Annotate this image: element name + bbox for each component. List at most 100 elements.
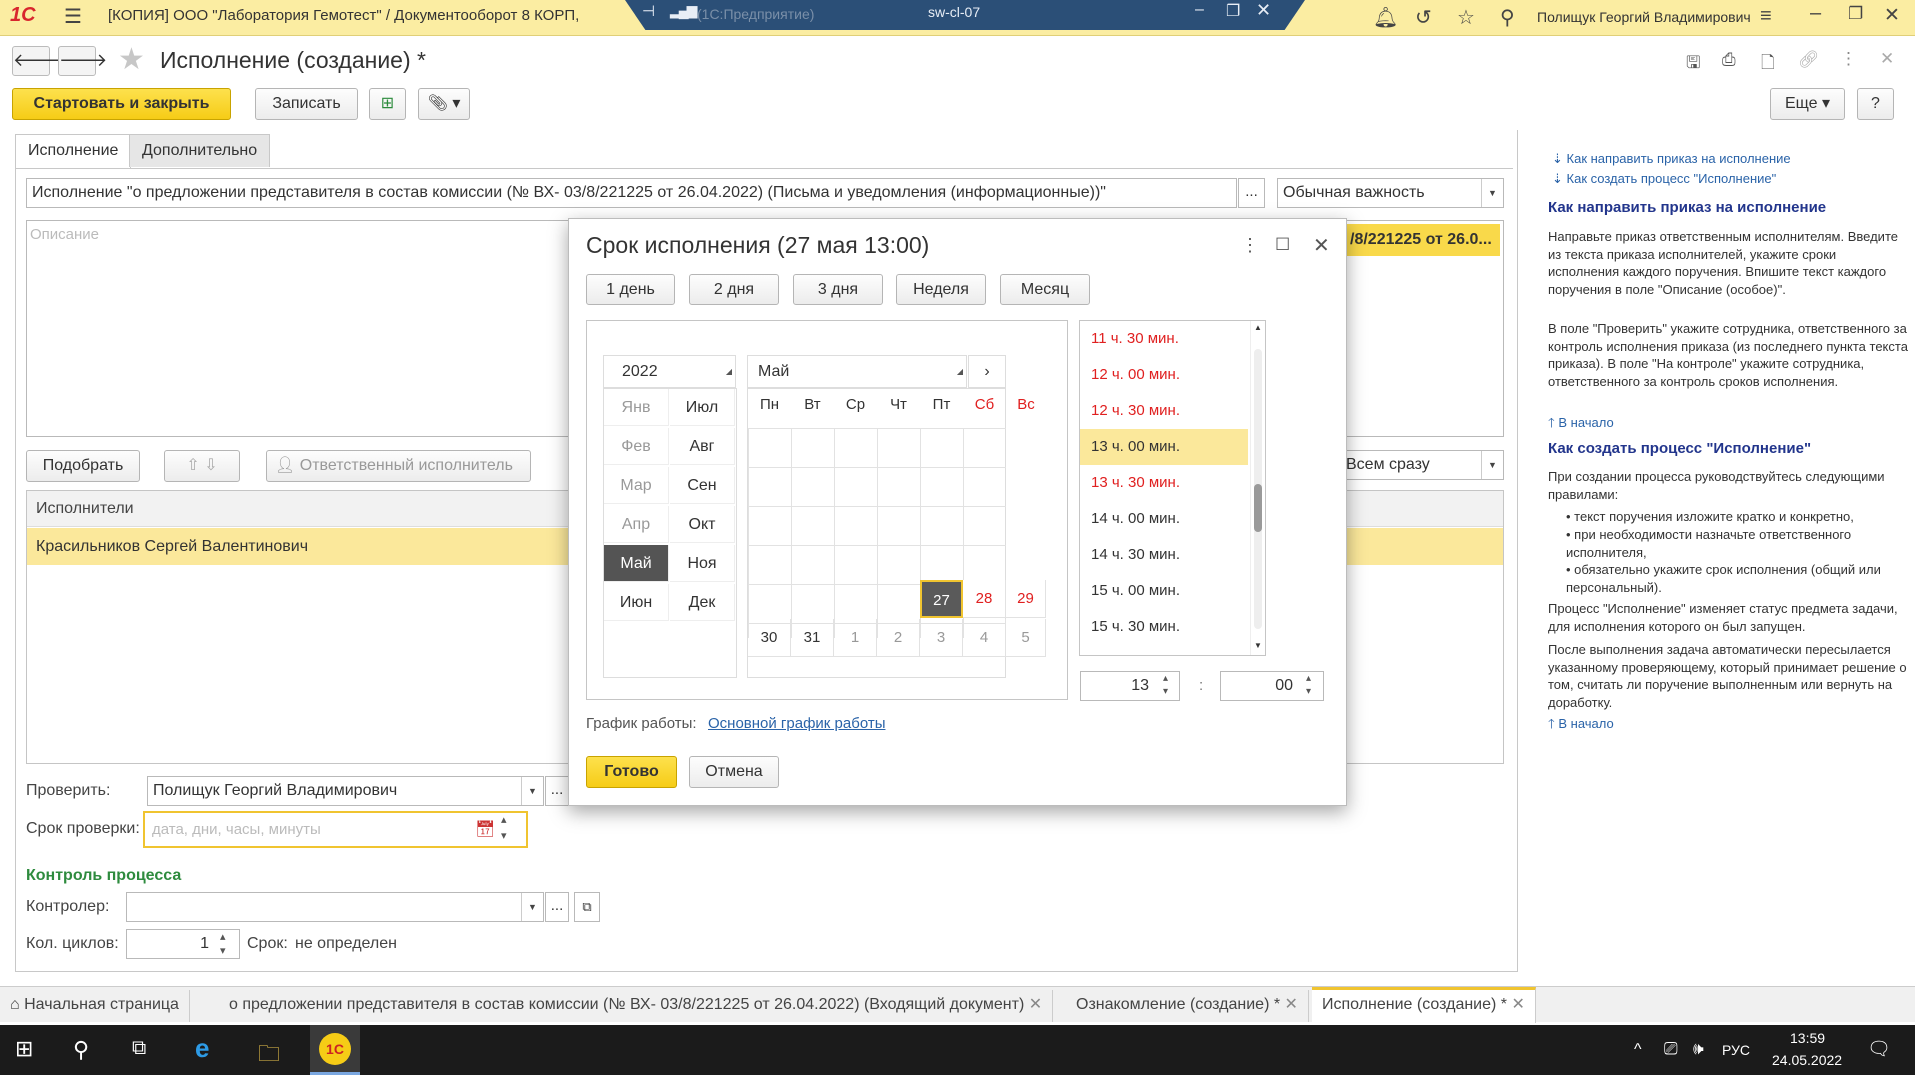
more-vertical-icon[interactable]: ⋮ [1840, 49, 1857, 69]
dialog-close-icon[interactable]: ✕ [1313, 233, 1330, 258]
ok-button[interactable]: Готово [586, 756, 677, 788]
windows-start-icon[interactable]: ⊞ [15, 1036, 33, 1062]
day-next-5[interactable]: 5 [1006, 619, 1046, 657]
month-jan[interactable]: Янв [604, 389, 669, 426]
clock-time[interactable]: 13:59 [1790, 1030, 1825, 1046]
ie-icon[interactable]: e [195, 1033, 209, 1064]
open-icon[interactable]: ⧉ [574, 892, 600, 922]
tab-home[interactable]: ⌂ Начальная страница [0, 990, 190, 1022]
month-aug[interactable]: Авг [670, 428, 735, 465]
month-select[interactable]: Май ◢ [747, 355, 967, 388]
tab-close-icon[interactable]: ✕ [1511, 996, 1524, 1013]
day-28[interactable]: 28 [963, 580, 1006, 618]
time-scrollbar[interactable]: ▲ ▼ [1250, 321, 1265, 655]
start-and-close-button[interactable]: Стартовать и закрыть [12, 88, 231, 120]
day-27[interactable]: 27 [920, 580, 963, 618]
rdp-restore-icon[interactable]: ❐ [1226, 1, 1240, 21]
tray-expand-icon[interactable]: ^ [1634, 1041, 1642, 1059]
tab-acquaintance[interactable]: Ознакомление (создание) * ✕ [1066, 990, 1309, 1022]
back-button[interactable]: 🡐 [12, 46, 61, 76]
search-icon[interactable]: ⚲ [1500, 5, 1515, 30]
day-next-2[interactable]: 2 [877, 619, 920, 657]
rdp-close-icon[interactable]: ✕ [1256, 0, 1271, 21]
tab-incoming-document[interactable]: о предложении представителя в состав ком… [219, 990, 1054, 1022]
dialog-maximize-icon[interactable]: ☐ [1275, 235, 1290, 255]
time-option-selected[interactable]: 13 ч. 00 мин. [1080, 429, 1248, 465]
day-29[interactable]: 29 [1006, 580, 1046, 618]
help-to-top-1[interactable]: 🡑 В начало [1548, 414, 1614, 436]
day-next-4[interactable]: 4 [963, 619, 1006, 657]
month-jul[interactable]: Июл [670, 389, 735, 426]
day-next-3[interactable]: 3 [920, 619, 963, 657]
scroll-thumb[interactable] [1254, 484, 1262, 532]
minimize-icon[interactable]: – [1810, 2, 1821, 25]
month-sep[interactable]: Сен [670, 467, 735, 504]
favorites-icon[interactable]: ☆ [1457, 5, 1475, 30]
save-doc-icon[interactable]: 🖫 [1686, 50, 1700, 79]
controller-more[interactable]: ... [545, 892, 569, 922]
close-icon[interactable]: ✕ [1884, 4, 1900, 27]
time-option[interactable]: 15 ч. 30 мин. [1080, 609, 1248, 645]
scroll-down-icon[interactable]: ▼ [1254, 641, 1262, 650]
arrow-down-icon[interactable]: ⇩ [204, 457, 217, 474]
tab-execution[interactable]: Исполнение [15, 134, 132, 169]
preset-week[interactable]: Неделя [896, 274, 986, 305]
time-option[interactable]: 13 ч. 30 мин. [1080, 465, 1248, 501]
year-select[interactable]: 2022 ◢ [603, 355, 736, 388]
forward-button[interactable]: 🡒 [58, 46, 107, 76]
print-icon[interactable]: ⎙ [1722, 50, 1736, 70]
preview-icon[interactable]: 🗋 [1761, 50, 1775, 79]
month-jun[interactable]: Июн [604, 584, 669, 621]
move-buttons[interactable]: ⇧ ⇩ [164, 450, 240, 482]
pick-button[interactable]: Подобрать [26, 450, 140, 482]
notifications-icon[interactable]: 🔔︎ [1373, 5, 1398, 30]
tab-execution-active[interactable]: Исполнение (создание) * ✕ [1312, 987, 1536, 1023]
dialog-menu-icon[interactable]: ⋮ [1241, 235, 1259, 256]
check-user-select[interactable]: Полищук Георгий Владимирович ▼ [147, 776, 544, 806]
tab-additional[interactable]: Дополнительно [129, 134, 271, 167]
help-link-1[interactable]: ⇣ Как направить приказ на исполнение [1552, 151, 1791, 167]
time-option[interactable]: 14 ч. 00 мин. [1080, 501, 1248, 537]
preset-2-days[interactable]: 2 дня [689, 274, 779, 305]
time-option[interactable]: 15 ч. 00 мин. [1080, 573, 1248, 609]
file-explorer-icon[interactable]: 🗀 [258, 1037, 280, 1075]
scroll-up-icon[interactable]: ▲ [1254, 323, 1262, 332]
tab-close-icon[interactable]: ✕ [1029, 996, 1042, 1013]
arrow-up-icon[interactable]: ⇧ [186, 457, 199, 474]
task-view-icon[interactable]: ⧉ [132, 1037, 146, 1060]
preset-1-day[interactable]: 1 день [586, 274, 675, 305]
attach-button[interactable]: 📎︎ ▾ [418, 88, 470, 120]
next-month-icon[interactable]: › [968, 355, 1006, 388]
spinner-icon[interactable]: ▴ ▾ [501, 812, 507, 844]
hours-spinner-icon[interactable]: ▴ ▾ [1163, 672, 1168, 698]
day-31[interactable]: 31 [791, 619, 834, 657]
more-button[interactable]: Еще ▾ [1770, 88, 1845, 120]
subject-badge[interactable]: /8/221225 от 26.0... [1345, 224, 1500, 256]
favorite-star-icon[interactable]: ★ [118, 42, 145, 77]
main-menu-icon[interactable]: ☰ [64, 4, 82, 29]
help-button[interactable]: ? [1857, 88, 1894, 120]
clock-date[interactable]: 24.05.2022 [1772, 1052, 1842, 1068]
preset-month[interactable]: Месяц [1000, 274, 1090, 305]
month-may[interactable]: Май [604, 545, 669, 582]
help-link-2[interactable]: ⇣ Как создать процесс "Исполнение" [1552, 171, 1776, 187]
rdp-minimize-icon[interactable]: – [1195, 1, 1204, 19]
month-oct[interactable]: Окт [670, 506, 735, 543]
day-next-1[interactable]: 1 [834, 619, 877, 657]
name-select-button[interactable]: ... [1238, 178, 1265, 208]
pin-icon[interactable]: ⊣ [642, 2, 655, 20]
cycles-spinner-icon[interactable]: ▴ ▾ [220, 930, 226, 958]
notifications-center-icon[interactable]: 🗨︎ [1867, 1037, 1891, 1061]
day-30[interactable]: 30 [748, 619, 791, 657]
1c-taskbar-app[interactable]: 1С [310, 1025, 360, 1075]
month-nov[interactable]: Ноя [670, 545, 735, 582]
history-icon[interactable]: ↺ [1415, 5, 1432, 30]
tab-close-icon[interactable]: ✕ [1285, 996, 1298, 1013]
month-dec[interactable]: Дек [670, 584, 735, 621]
time-list[interactable]: 11 ч. 30 мин. 12 ч. 00 мин. 12 ч. 30 мин… [1079, 320, 1266, 656]
form-close-icon[interactable]: ✕ [1880, 49, 1894, 69]
responsible-button[interactable]: 👤︎ Ответственный исполнитель [266, 450, 531, 482]
schedule-link[interactable]: Основной график работы [708, 715, 885, 732]
volume-icon[interactable]: 🕪︎ [1693, 1039, 1704, 1059]
time-option[interactable]: 12 ч. 00 мин. [1080, 357, 1248, 393]
